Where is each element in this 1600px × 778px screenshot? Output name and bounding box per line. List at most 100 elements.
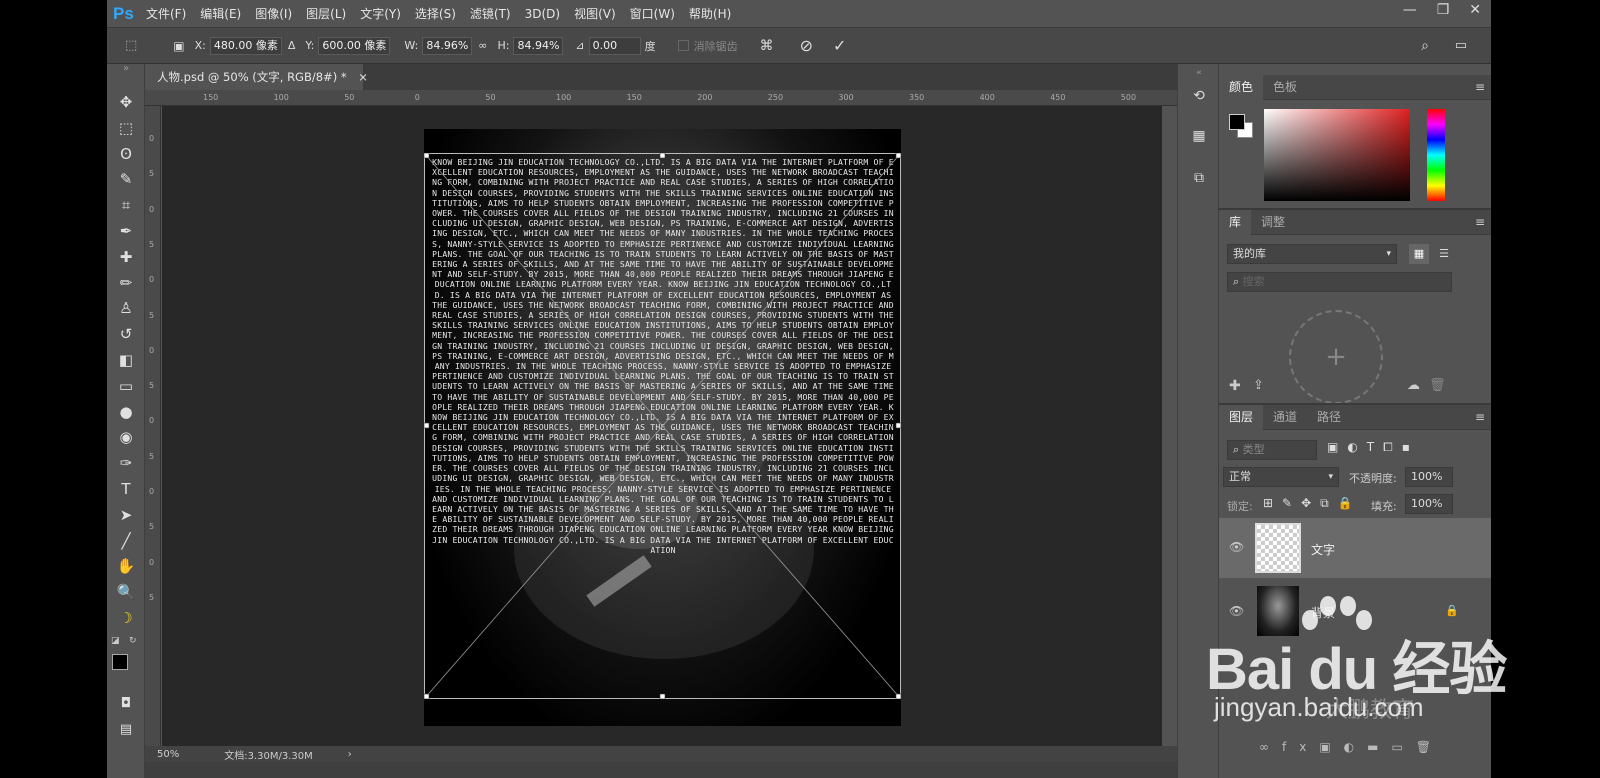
collapse-icon[interactable]: »: [115, 64, 137, 74]
history-icon[interactable]: ⟲: [1189, 86, 1209, 106]
layer-name[interactable]: 背景: [1311, 604, 1335, 621]
library-select[interactable]: 我的库 ▾: [1227, 244, 1397, 264]
reference-point-icon[interactable]: ▣: [173, 39, 184, 53]
library-add-placeholder-icon[interactable]: +: [1289, 310, 1383, 404]
horizontal-ruler[interactable]: 150 100 50 0 50 100 150 200 250 300 350 400 450 500: [145, 90, 1177, 106]
eraser-tool-icon[interactable]: ◧: [115, 350, 137, 370]
transform-tool-icon[interactable]: ⬚: [125, 38, 137, 53]
x-input[interactable]: 480.00 像素: [209, 36, 282, 55]
menu-filter[interactable]: 滤镜(T): [463, 5, 518, 22]
layer-filter-select[interactable]: ⌕ 类型: [1227, 440, 1317, 460]
antialias-checkbox[interactable]: [677, 40, 689, 51]
quick-select-tool-icon[interactable]: ✎: [115, 169, 137, 189]
foreground-color-swatch[interactable]: [112, 654, 128, 670]
menu-window[interactable]: 窗口(W): [623, 5, 682, 22]
swap-colors-icon[interactable]: ↻: [129, 636, 137, 646]
library-trash-icon[interactable]: 🗑: [1429, 378, 1446, 393]
menu-layer[interactable]: 图层(L): [299, 5, 353, 22]
close-tab-icon[interactable]: ×: [358, 70, 368, 84]
color-picker-field[interactable]: [1264, 109, 1410, 201]
crop-tool-icon[interactable]: ⌗: [115, 195, 137, 215]
tab-paths[interactable]: 路径: [1307, 405, 1351, 430]
banana-tool-icon[interactable]: ☽: [115, 608, 137, 628]
warp-icon[interactable]: ⌘: [760, 38, 774, 54]
commit-transform-icon[interactable]: ✓: [833, 36, 846, 55]
visibility-eye-icon[interactable]: 👁: [1229, 540, 1244, 554]
angle-input[interactable]: 0.00: [588, 36, 641, 55]
eyedropper-tool-icon[interactable]: ✒: [115, 221, 137, 241]
tab-channels[interactable]: 通道: [1263, 405, 1307, 430]
menu-type[interactable]: 文字(Y): [353, 5, 408, 22]
cancel-transform-icon[interactable]: ⊘: [800, 36, 813, 55]
menu-help[interactable]: 帮助(H): [682, 5, 738, 22]
menu-image[interactable]: 图像(I): [248, 5, 299, 22]
blend-mode-select[interactable]: 正常 ▾: [1223, 467, 1339, 487]
blur-tool-icon[interactable]: ●: [115, 402, 137, 422]
library-search-input[interactable]: ⌕ 搜索: [1227, 272, 1452, 292]
library-panel-menu-icon[interactable]: ≡: [1475, 210, 1485, 235]
healing-brush-tool-icon[interactable]: ✚: [115, 247, 137, 267]
y-input[interactable]: 600.00 像素: [318, 36, 391, 55]
line-tool-icon[interactable]: ╱: [115, 531, 137, 551]
lasso-tool-icon[interactable]: ʘ: [115, 144, 137, 164]
document-tab[interactable]: 人物.psd @ 50% (文字, RGB/8#) * ×: [145, 64, 368, 90]
tab-swatches[interactable]: 色板: [1263, 75, 1307, 100]
libraries-icon[interactable]: ⧉: [1189, 168, 1209, 188]
minimize-button[interactable]: —: [1403, 2, 1417, 18]
menu-file[interactable]: 文件(F): [139, 5, 193, 22]
layer-row-text[interactable]: 👁 文字: [1219, 518, 1491, 578]
zoom-level[interactable]: 50%: [157, 749, 179, 760]
menu-select[interactable]: 选择(S): [408, 5, 463, 22]
grid-view-icon[interactable]: ▦: [1409, 244, 1429, 264]
default-colors-icon[interactable]: ◪: [111, 636, 120, 646]
visibility-eye-icon[interactable]: 👁: [1229, 604, 1244, 618]
library-upload-icon[interactable]: ⇪: [1253, 378, 1264, 393]
screen-mode-icon[interactable]: ▤: [115, 720, 137, 740]
w-input[interactable]: 84.96%: [422, 36, 473, 55]
link-icon[interactable]: ∞: [478, 39, 487, 52]
layer-row-background[interactable]: 👁 背景 🔒: [1219, 580, 1491, 640]
tab-libraries[interactable]: 库: [1219, 209, 1252, 235]
zoom-tool-icon[interactable]: 🔍: [115, 582, 137, 602]
menu-edit[interactable]: 编辑(E): [193, 5, 248, 22]
horizontal-scrollbar[interactable]: [145, 762, 1177, 778]
tab-layers[interactable]: 图层: [1219, 404, 1264, 430]
library-add-icon[interactable]: ✚: [1229, 378, 1241, 394]
search-icon[interactable]: ⌕: [1421, 38, 1429, 54]
panel-fg-swatch[interactable]: [1229, 114, 1245, 130]
menu-view[interactable]: 视图(V): [567, 5, 623, 22]
restore-button[interactable]: ❐: [1437, 2, 1450, 18]
color-panel-menu-icon[interactable]: ≡: [1475, 75, 1485, 100]
lock-icons[interactable]: ⊞✎✥⧉🔒: [1263, 496, 1362, 511]
stamp-tool-icon[interactable]: ♙: [115, 298, 137, 318]
close-button[interactable]: ✕: [1469, 2, 1481, 18]
path-select-tool-icon[interactable]: ➤: [115, 505, 137, 525]
library-cloud-icon[interactable]: ☁: [1407, 378, 1420, 393]
tab-color[interactable]: 颜色: [1219, 74, 1264, 100]
layer-name[interactable]: 文字: [1311, 541, 1335, 558]
fill-input[interactable]: 100%: [1405, 494, 1453, 514]
brush-tool-icon[interactable]: ✏: [115, 273, 137, 293]
move-tool-icon[interactable]: ✥: [115, 92, 137, 112]
list-view-icon[interactable]: ☰: [1434, 244, 1454, 264]
tab-adjustments[interactable]: 调整: [1251, 210, 1295, 235]
gradient-tool-icon[interactable]: ▭: [115, 376, 137, 396]
hand-tool-icon[interactable]: ✋: [115, 556, 137, 576]
transform-bounding-box[interactable]: [424, 153, 901, 699]
menu-3d[interactable]: 3D(D): [518, 7, 567, 21]
pen-tool-icon[interactable]: ✑: [115, 453, 137, 473]
layer-filter-icons[interactable]: ▣◐T⧠▪: [1327, 440, 1419, 455]
marquee-tool-icon[interactable]: ⬚: [115, 118, 137, 138]
status-menu-arrow[interactable]: ›: [348, 749, 352, 760]
collapse-strip-icon[interactable]: «: [1189, 68, 1209, 78]
type-tool-icon[interactable]: T: [115, 479, 137, 499]
h-input[interactable]: 84.94%: [513, 36, 564, 55]
dodge-tool-icon[interactable]: ◉: [115, 427, 137, 447]
opacity-input[interactable]: 100%: [1405, 467, 1453, 487]
history-brush-tool-icon[interactable]: ↺: [115, 324, 137, 344]
properties-icon[interactable]: ▦: [1189, 126, 1209, 146]
hue-slider[interactable]: [1427, 109, 1445, 201]
workspace-icon[interactable]: ▭: [1455, 38, 1467, 53]
layers-footer-icons[interactable]: ∞fx▣◐▬▭🗑: [1259, 740, 1444, 754]
layers-panel-menu-icon[interactable]: ≡: [1475, 405, 1485, 430]
